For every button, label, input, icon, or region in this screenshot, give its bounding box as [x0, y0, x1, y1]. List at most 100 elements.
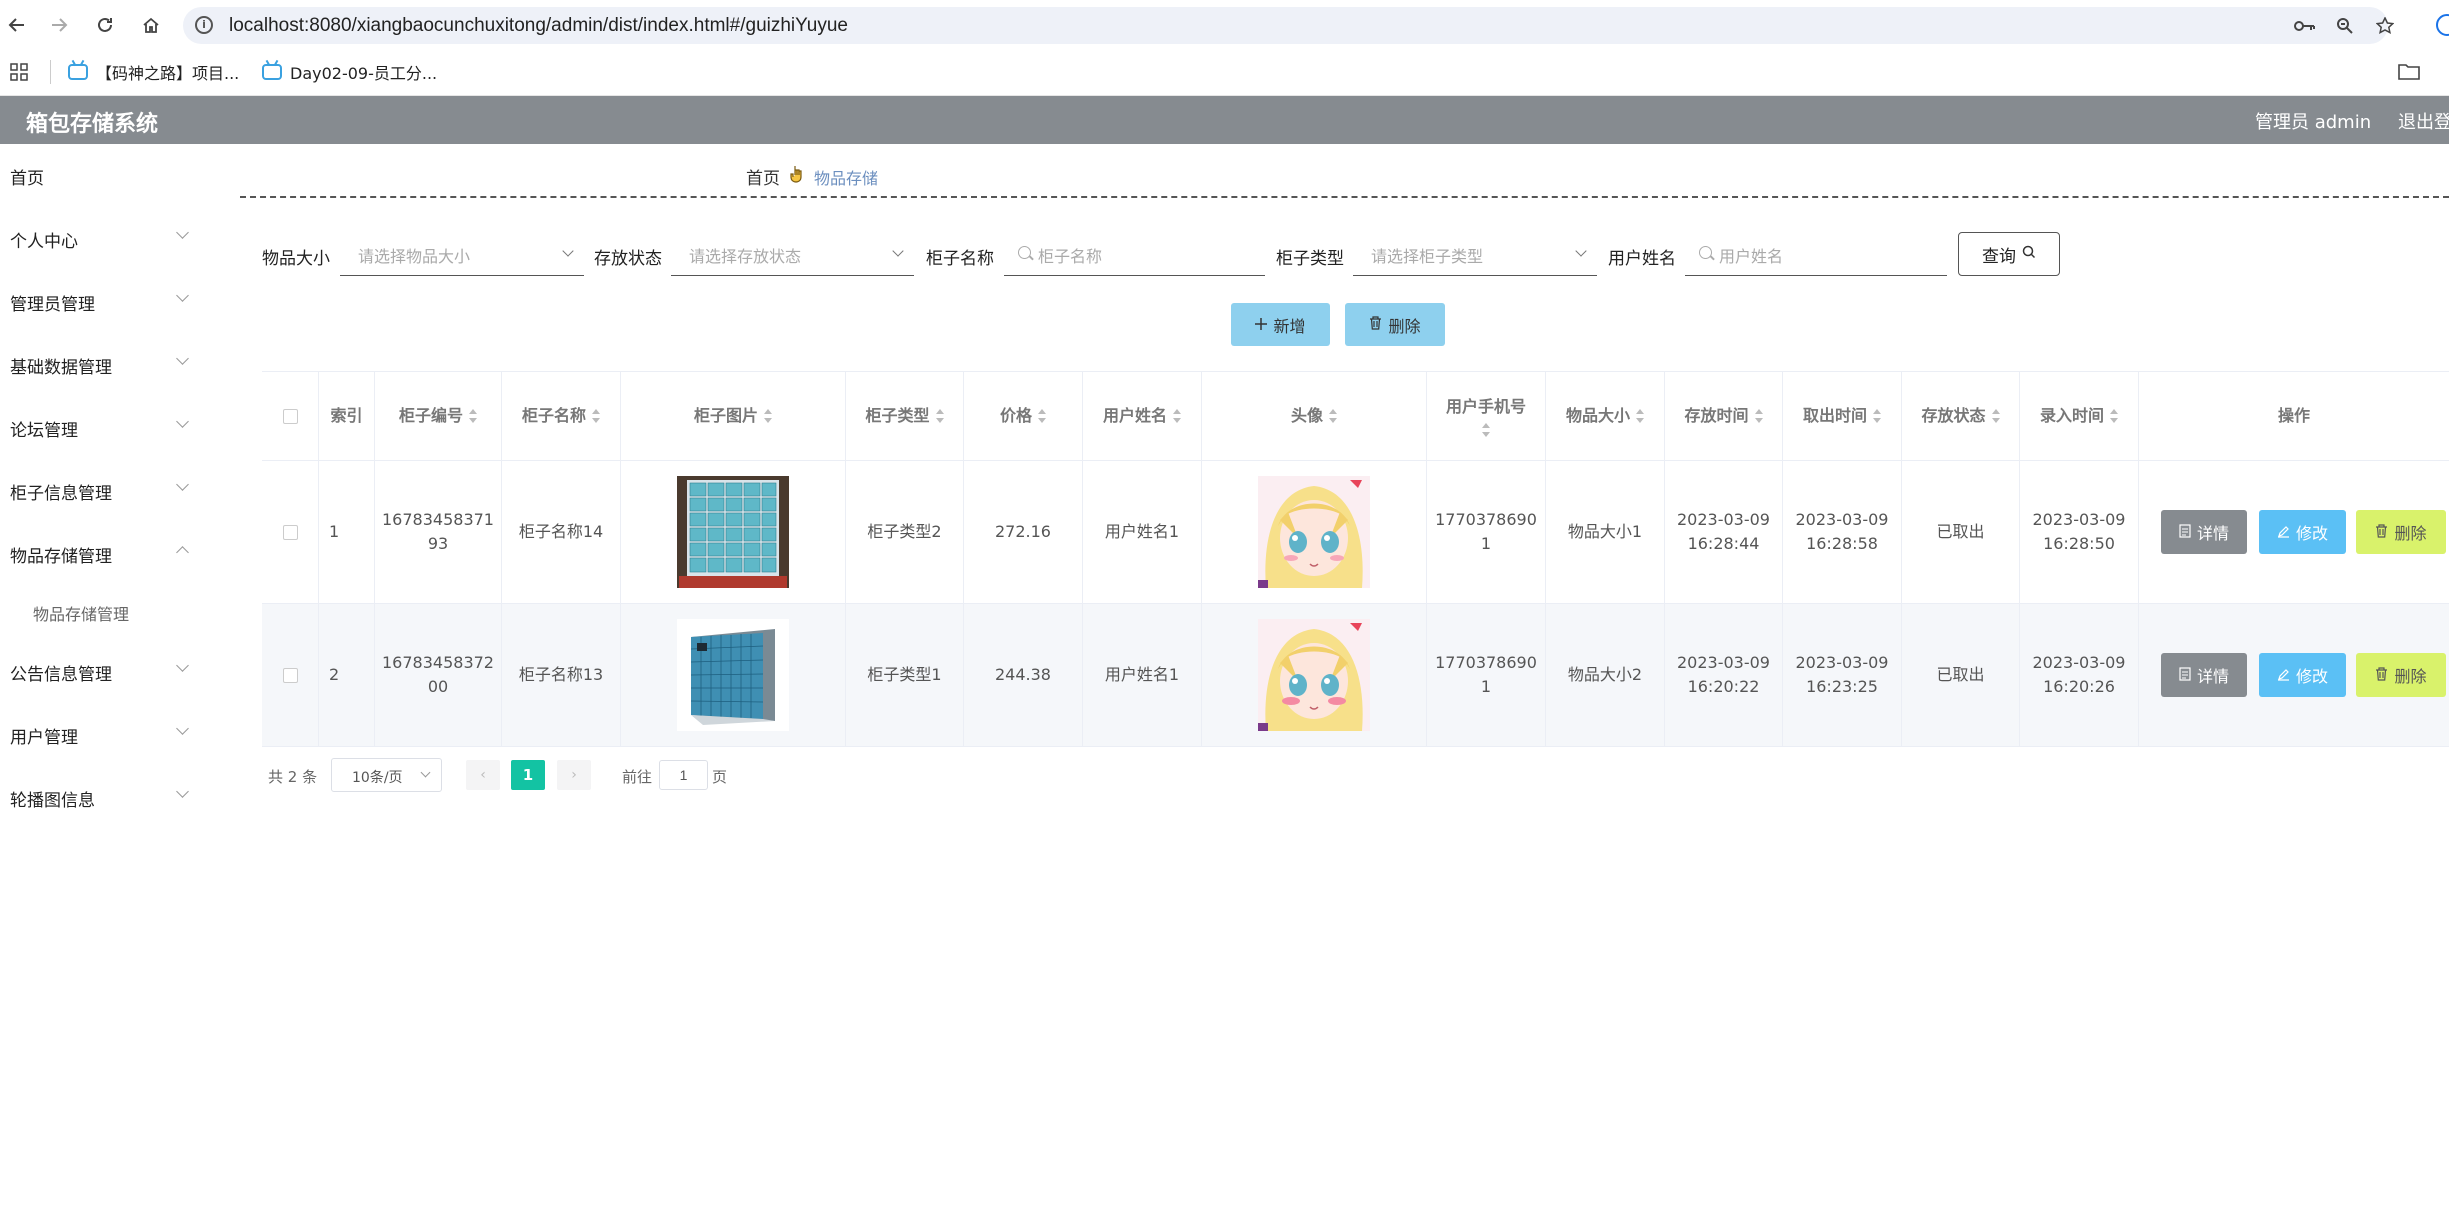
sort-icon[interactable]: [935, 409, 944, 423]
sort-icon[interactable]: [592, 409, 600, 423]
header-take-time[interactable]: 取出时间: [1783, 372, 1902, 460]
cabinet-photo[interactable]: [677, 619, 789, 731]
storage-table: 索引 柜子编号 柜子名称 柜子图片 柜子类型 价格 用户姓名 头像 用户手机号 …: [262, 371, 2449, 747]
sidebar-item-admin-management[interactable]: 管理员管理: [10, 290, 95, 315]
page-size-select[interactable]: 10条/页: [331, 758, 442, 792]
breadcrumb-home[interactable]: 首页: [746, 164, 780, 189]
header-cabinet-name[interactable]: 柜子名称: [502, 372, 621, 460]
sort-icon[interactable]: [1038, 409, 1046, 423]
sort-icon[interactable]: [2110, 409, 2118, 423]
header-ops: 操作: [2139, 372, 2449, 460]
prev-page-button[interactable]: ‹: [466, 760, 500, 790]
sidebar-item-home[interactable]: 首页: [10, 164, 44, 189]
sidebar-item-storage[interactable]: 物品存储管理: [10, 542, 112, 567]
sidebar-item-announcements[interactable]: 公告信息管理: [10, 660, 112, 685]
sort-icon[interactable]: [1173, 409, 1181, 423]
address-bar[interactable]: i localhost:8080/xiangbaocunchuxitong/ad…: [183, 7, 2394, 44]
batch-delete-button[interactable]: 删除: [1345, 303, 1445, 346]
sidebar-subitem-storage-management[interactable]: 物品存储管理: [33, 601, 129, 625]
cell-entry-time: 2023-03-09 16:20:26: [2020, 604, 2139, 746]
table-row: 2 16783458372 00 柜子名称13 柜子类型1 244.38 用户姓…: [262, 604, 2449, 747]
cabinet-no-line: 00: [427, 677, 449, 696]
filter-size-select[interactable]: 请选择物品大小: [340, 236, 584, 276]
apps-grid-icon[interactable]: [10, 63, 28, 85]
header-cabinet-no[interactable]: 柜子编号: [375, 372, 502, 460]
logout-button[interactable]: 退出登: [2398, 108, 2449, 134]
row-checkbox-cell: [262, 461, 319, 603]
filter-cabinet-name-input[interactable]: 柜子名称: [1004, 236, 1265, 276]
row-checkbox[interactable]: [282, 524, 298, 540]
bookmark-item-2[interactable]: Day02-09-员工分...: [262, 60, 437, 84]
sidebar-item-cabinet-info[interactable]: 柜子信息管理: [10, 479, 112, 504]
filter-status-select[interactable]: 请选择存放状态: [671, 236, 914, 276]
sort-icon[interactable]: [764, 409, 772, 423]
header-price[interactable]: 价格: [964, 372, 1083, 460]
folder-icon[interactable]: [2398, 62, 2420, 84]
bookmark-item-1[interactable]: 【码神之路】项目...: [68, 60, 239, 84]
sort-icon[interactable]: [1329, 409, 1337, 423]
filter-user-name-input[interactable]: 用户姓名: [1685, 236, 1947, 276]
header-price-label: 价格: [999, 406, 1032, 425]
add-button[interactable]: 新增: [1231, 303, 1330, 346]
sidebar-item-users[interactable]: 用户管理: [10, 723, 78, 748]
select-placeholder: 请选择物品大小: [358, 247, 471, 266]
phone-line: 1770378690: [1435, 510, 1537, 529]
header-status[interactable]: 存放状态: [1902, 372, 2020, 460]
cell-price: 272.16: [964, 461, 1083, 603]
url-text[interactable]: localhost:8080/xiangbaocunchuxitong/admi…: [229, 15, 848, 37]
header-cabinet-image[interactable]: 柜子图片: [621, 372, 846, 460]
detail-button[interactable]: 详情: [2161, 510, 2247, 554]
cell-user-name: 用户姓名1: [1083, 604, 1202, 746]
user-avatar[interactable]: [1258, 476, 1370, 588]
zoom-icon[interactable]: [2333, 14, 2357, 38]
cell-take-time: 2023-03-09 16:28:58: [1783, 461, 1902, 603]
user-avatar[interactable]: [1258, 619, 1370, 731]
sort-icon[interactable]: [469, 409, 477, 423]
profile-avatar-icon[interactable]: [2436, 14, 2449, 36]
header-user-name[interactable]: 用户姓名: [1083, 372, 1202, 460]
goto-page-input[interactable]: [659, 760, 708, 790]
sidebar-item-carousel[interactable]: 轮播图信息: [10, 786, 95, 811]
home-icon[interactable]: [136, 10, 166, 40]
sort-icon[interactable]: [1482, 423, 1490, 437]
page-number-current[interactable]: 1: [511, 760, 545, 790]
reload-icon[interactable]: [90, 10, 120, 40]
sort-icon[interactable]: [1636, 409, 1644, 423]
header-avatar[interactable]: 头像: [1202, 372, 1427, 460]
divider: [240, 196, 2449, 198]
back-arrow-icon[interactable]: [2, 10, 32, 40]
chevron-down-icon: [176, 352, 189, 365]
sidebar-item-base-data[interactable]: 基础数据管理: [10, 353, 112, 378]
forward-arrow-icon[interactable]: [44, 10, 74, 40]
document-icon: [2179, 523, 2191, 542]
header-entry-time[interactable]: 录入时间: [2020, 372, 2139, 460]
sidebar-item-personal-center[interactable]: 个人中心: [10, 227, 78, 252]
cabinet-photo[interactable]: [677, 476, 789, 588]
header-phone[interactable]: 用户手机号: [1427, 372, 1546, 460]
sort-icon[interactable]: [1873, 409, 1881, 423]
site-info-icon[interactable]: i: [195, 16, 213, 34]
next-page-button[interactable]: ›: [557, 760, 591, 790]
sort-icon[interactable]: [1991, 409, 2000, 423]
row-checkbox[interactable]: [282, 667, 298, 683]
header-store-time[interactable]: 存放时间: [1665, 372, 1783, 460]
delete-button[interactable]: 删除: [2356, 510, 2446, 554]
star-icon[interactable]: [2373, 14, 2397, 38]
header-item-size[interactable]: 物品大小: [1546, 372, 1665, 460]
sidebar-item-forum[interactable]: 论坛管理: [10, 416, 78, 441]
cell-store-time: 2023-03-09 16:20:22: [1665, 604, 1783, 746]
delete-button[interactable]: 删除: [2356, 653, 2446, 697]
edit-button[interactable]: 修改: [2259, 510, 2346, 554]
edit-button[interactable]: 修改: [2259, 653, 2346, 697]
header-entry-time-label: 录入时间: [2039, 406, 2104, 425]
filter-cabinet-type-select[interactable]: 请选择柜子类型: [1353, 236, 1597, 276]
cell-cabinet-name: 柜子名称14: [502, 461, 621, 603]
detail-button[interactable]: 详情: [2161, 653, 2247, 697]
chevron-up-icon: [176, 546, 189, 559]
sort-icon[interactable]: [1754, 409, 1763, 423]
header-cabinet-type[interactable]: 柜子类型: [846, 372, 964, 460]
key-icon[interactable]: [2293, 14, 2317, 38]
query-button[interactable]: 查询: [1958, 232, 2060, 276]
select-all-checkbox[interactable]: [282, 408, 298, 424]
chevron-down-icon: [176, 785, 189, 798]
